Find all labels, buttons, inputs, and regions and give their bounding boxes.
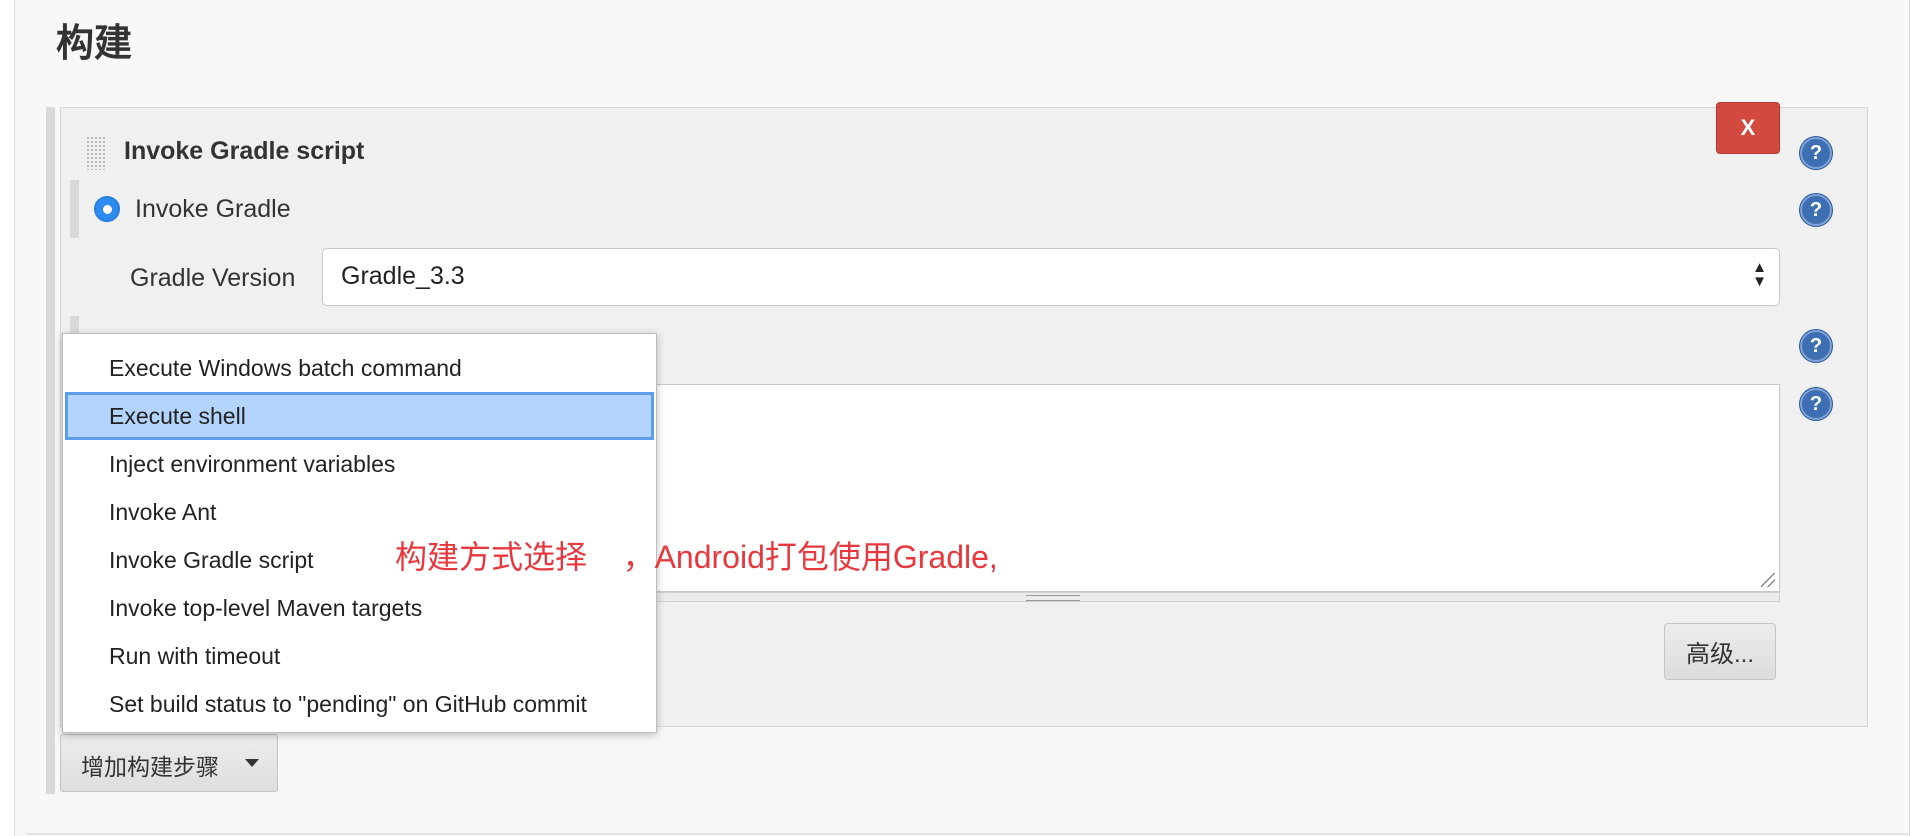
- invoke-gradle-label: Invoke Gradle: [135, 195, 291, 223]
- help-glyph: ?: [1809, 392, 1823, 415]
- menu-item[interactable]: Inject environment variables: [63, 440, 656, 488]
- textarea-resize-bar[interactable]: [650, 592, 1780, 602]
- help-icon[interactable]: ?: [1800, 388, 1832, 420]
- menu-item-selected[interactable]: Execute shell: [65, 392, 654, 440]
- radio-dot: [102, 204, 112, 214]
- menu-item[interactable]: Run with timeout: [63, 632, 656, 680]
- help-icon[interactable]: ?: [1800, 330, 1832, 362]
- gradle-version-select[interactable]: Gradle_3.3 ▲ ▼: [322, 248, 1780, 306]
- section-title: 构建: [56, 21, 133, 65]
- annotation-text: 构建方式选择 ，Android打包使用Gradle,: [395, 539, 998, 575]
- menu-item[interactable]: Invoke top-level Maven targets: [63, 584, 656, 632]
- section-rail: [46, 107, 55, 794]
- delete-step-button[interactable]: X: [1716, 102, 1780, 154]
- help-glyph: ?: [1809, 198, 1823, 221]
- build-step-title: Invoke Gradle script: [124, 137, 365, 165]
- add-build-step-label: 增加构建步骤: [81, 754, 219, 780]
- menu-item[interactable]: Invoke Ant: [63, 488, 656, 536]
- gradle-version-value: Gradle_3.3: [341, 262, 465, 290]
- advanced-button[interactable]: 高级...: [1664, 623, 1776, 680]
- invoke-gradle-radio[interactable]: [94, 196, 120, 222]
- drag-handle-icon[interactable]: [86, 136, 106, 170]
- help-glyph: ?: [1809, 334, 1823, 357]
- add-build-step-button[interactable]: 增加构建步骤: [60, 734, 278, 792]
- resize-bar-grip-icon: [1026, 595, 1080, 601]
- menu-item[interactable]: Execute Windows batch command: [63, 344, 656, 392]
- help-icon[interactable]: ?: [1800, 137, 1832, 169]
- caret-down-icon: [245, 759, 259, 767]
- resize-grip-icon[interactable]: [1761, 573, 1775, 587]
- help-icon[interactable]: ?: [1800, 194, 1832, 226]
- section-divider: [26, 833, 1910, 835]
- menu-item[interactable]: Set build status to "pending" on GitHub …: [63, 680, 656, 728]
- select-arrows-icon: ▲ ▼: [1752, 259, 1767, 290]
- help-glyph: ?: [1809, 141, 1823, 164]
- gradle-version-label: Gradle Version: [130, 264, 296, 292]
- option-rail: [70, 180, 79, 238]
- option-rail: [70, 316, 79, 334]
